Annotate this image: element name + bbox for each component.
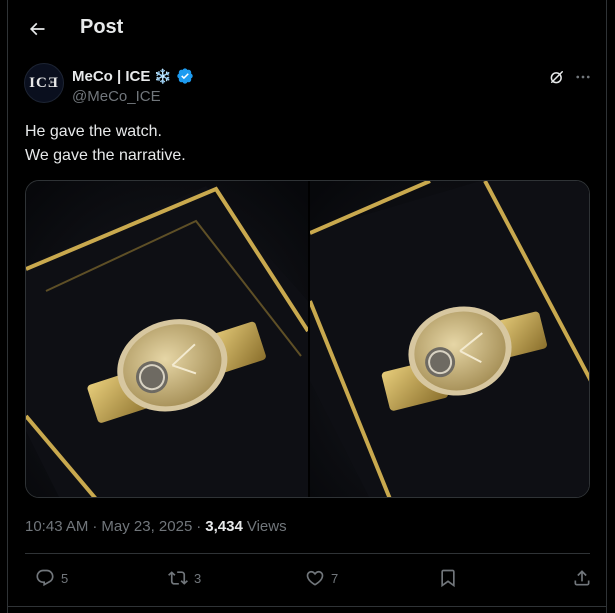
repost-count: 3: [194, 570, 202, 586]
author-handle[interactable]: @MeCo_ICE: [72, 88, 161, 105]
action-bar: 5 3 7: [25, 566, 590, 590]
grok-button[interactable]: [546, 66, 568, 88]
like-button[interactable]: 7: [305, 566, 338, 590]
avatar[interactable]: ICƎ: [24, 63, 64, 103]
share-button[interactable]: [572, 566, 592, 590]
tweet-text: He gave the watch. We gave the narrative…: [25, 120, 585, 168]
bookmark-button[interactable]: [438, 566, 458, 590]
divider: [8, 606, 606, 607]
tweet-line: He gave the watch.: [25, 123, 162, 140]
verified-badge-icon[interactable]: [176, 67, 194, 85]
reply-count: 5: [61, 570, 69, 586]
repost-button[interactable]: 3: [168, 566, 201, 590]
watch-photo-left[interactable]: [26, 181, 310, 497]
post-panel: Post ICƎ MeCo | ICE ❄️ @MeCo_ICE He gave…: [7, 0, 607, 613]
author-display-name[interactable]: MeCo | ICE: [72, 68, 150, 85]
arrow-left-icon: [29, 22, 45, 36]
post-header: Post: [8, 0, 606, 56]
more-options-button[interactable]: [572, 66, 594, 88]
heart-icon: [306, 570, 324, 586]
media-grid: [25, 180, 590, 498]
views-count: 3,434: [205, 518, 243, 535]
watch-image-left: [26, 181, 310, 497]
bookmark-icon: [441, 569, 455, 588]
grok-icon: [550, 71, 563, 84]
separator-dot: ·: [92, 518, 98, 535]
more-horizontal-icon: [576, 75, 590, 79]
divider: [25, 553, 590, 554]
share-icon: [574, 570, 590, 586]
post-time[interactable]: 10:43 AM: [25, 518, 88, 535]
separator-dot: ·: [196, 518, 202, 535]
reply-button[interactable]: 5: [35, 566, 68, 590]
reply-icon: [36, 569, 54, 587]
page-title: Post: [80, 16, 124, 38]
post-date[interactable]: May 23, 2025: [101, 518, 192, 535]
snowflake-emoji: ❄️: [154, 67, 172, 84]
like-count: 7: [331, 570, 339, 586]
back-button[interactable]: [20, 12, 54, 46]
avatar-logo-text: ICƎ: [29, 74, 59, 91]
repost-icon: [168, 571, 188, 585]
tweet-line: We gave the narrative.: [25, 147, 186, 164]
watch-photo-right[interactable]: [308, 181, 589, 497]
author-name-row: MeCo | ICE ❄️: [72, 67, 194, 85]
watch-image-right: [308, 181, 589, 497]
views-label: Views: [246, 518, 287, 535]
post-metadata: 10:43 AM · May 23, 2025 · 3,434 Views: [25, 518, 287, 535]
